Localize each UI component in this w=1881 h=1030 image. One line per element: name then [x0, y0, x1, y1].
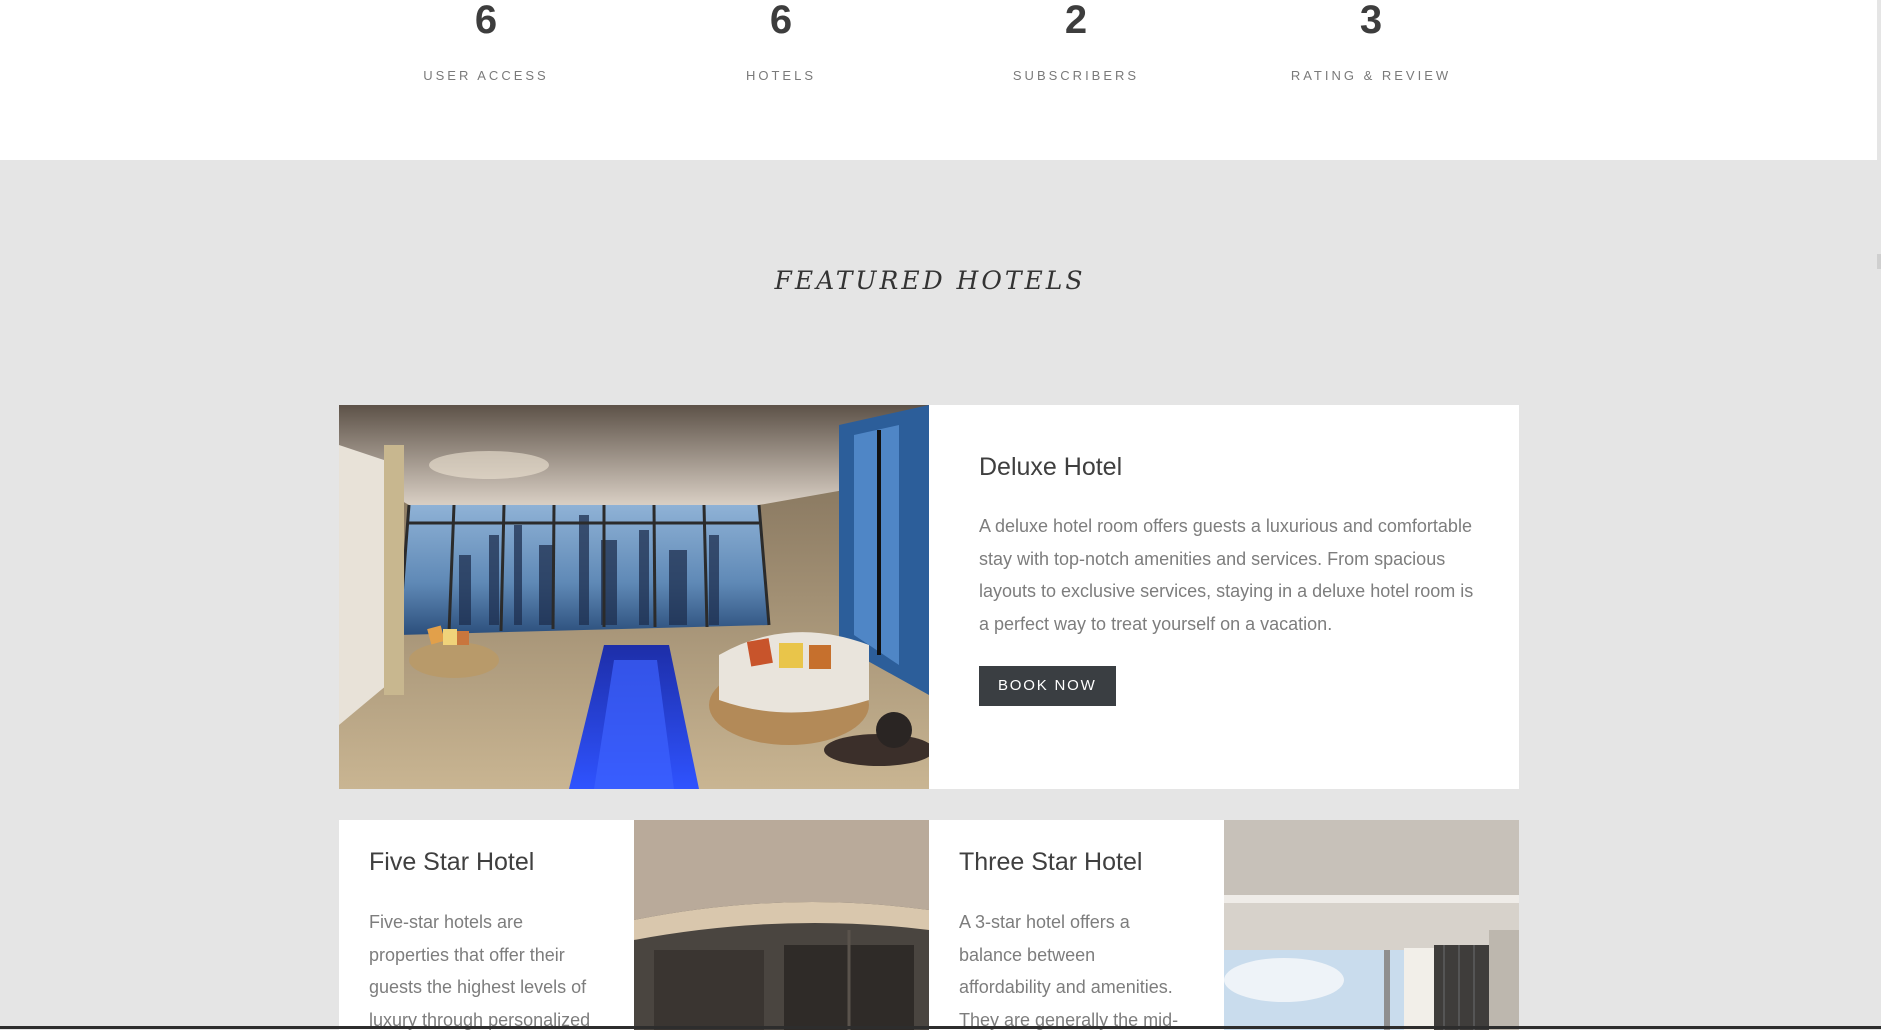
hotel-name: Deluxe Hotel	[979, 453, 1123, 481]
stat-label: HOTELS	[745, 68, 816, 83]
scroll-thumb[interactable]	[1877, 254, 1881, 269]
hotel-info: Deluxe Hotel A deluxe hotel room offers …	[979, 451, 1479, 706]
stat-value: 6	[474, 0, 498, 42]
luxury-lounge-photo	[339, 405, 929, 789]
dark-interior-photo	[634, 820, 929, 1030]
window-room-photo	[1224, 820, 1519, 1030]
stat-rating-review: 3 RATING & REVIEW	[1221, 0, 1521, 83]
stat-hotels: 6 HOTELS	[631, 0, 931, 83]
hotel-description: Five-star hotels are properties that off…	[369, 912, 591, 1030]
stat-user-access: 6 USER ACCESS	[336, 0, 636, 83]
page-edge	[1877, 0, 1881, 1029]
stat-subscribers: 2 SUBSCRIBERS	[926, 0, 1226, 83]
hotel-name: Three Star Hotel	[959, 848, 1143, 876]
stat-label: USER ACCESS	[423, 68, 549, 83]
featured-hotels-title: FEATURED HOTELS	[774, 266, 1086, 295]
hotel-info: Five Star Hotel Five-star hotels are pro…	[369, 846, 599, 1030]
hotel-card-deluxe: Deluxe Hotel A deluxe hotel room offers …	[339, 405, 1519, 789]
hotel-description: A deluxe hotel room offers guests a luxu…	[979, 516, 1474, 634]
hotel-name: Five Star Hotel	[369, 848, 535, 876]
stats-section: 6 USER ACCESS 6 HOTELS 2 SUBSCRIBERS 3 R…	[0, 0, 1877, 160]
hotel-card-five-star: Five Star Hotel Five-star hotels are pro…	[339, 820, 929, 1030]
stat-label: RATING & REVIEW	[1290, 68, 1452, 83]
stat-value: 3	[1359, 0, 1383, 42]
hotel-card-three-star: Three Star Hotel A 3-star hotel offers a…	[929, 820, 1519, 1030]
stat-label: SUBSCRIBERS	[1012, 68, 1140, 83]
stat-value: 2	[1064, 0, 1088, 42]
book-now-button[interactable]: BOOK NOW	[979, 666, 1116, 706]
hotel-description: A 3-star hotel offers a balance between …	[959, 912, 1179, 1030]
stat-value: 6	[769, 0, 793, 42]
hotel-info: Three Star Hotel A 3-star hotel offers a…	[959, 846, 1189, 1030]
